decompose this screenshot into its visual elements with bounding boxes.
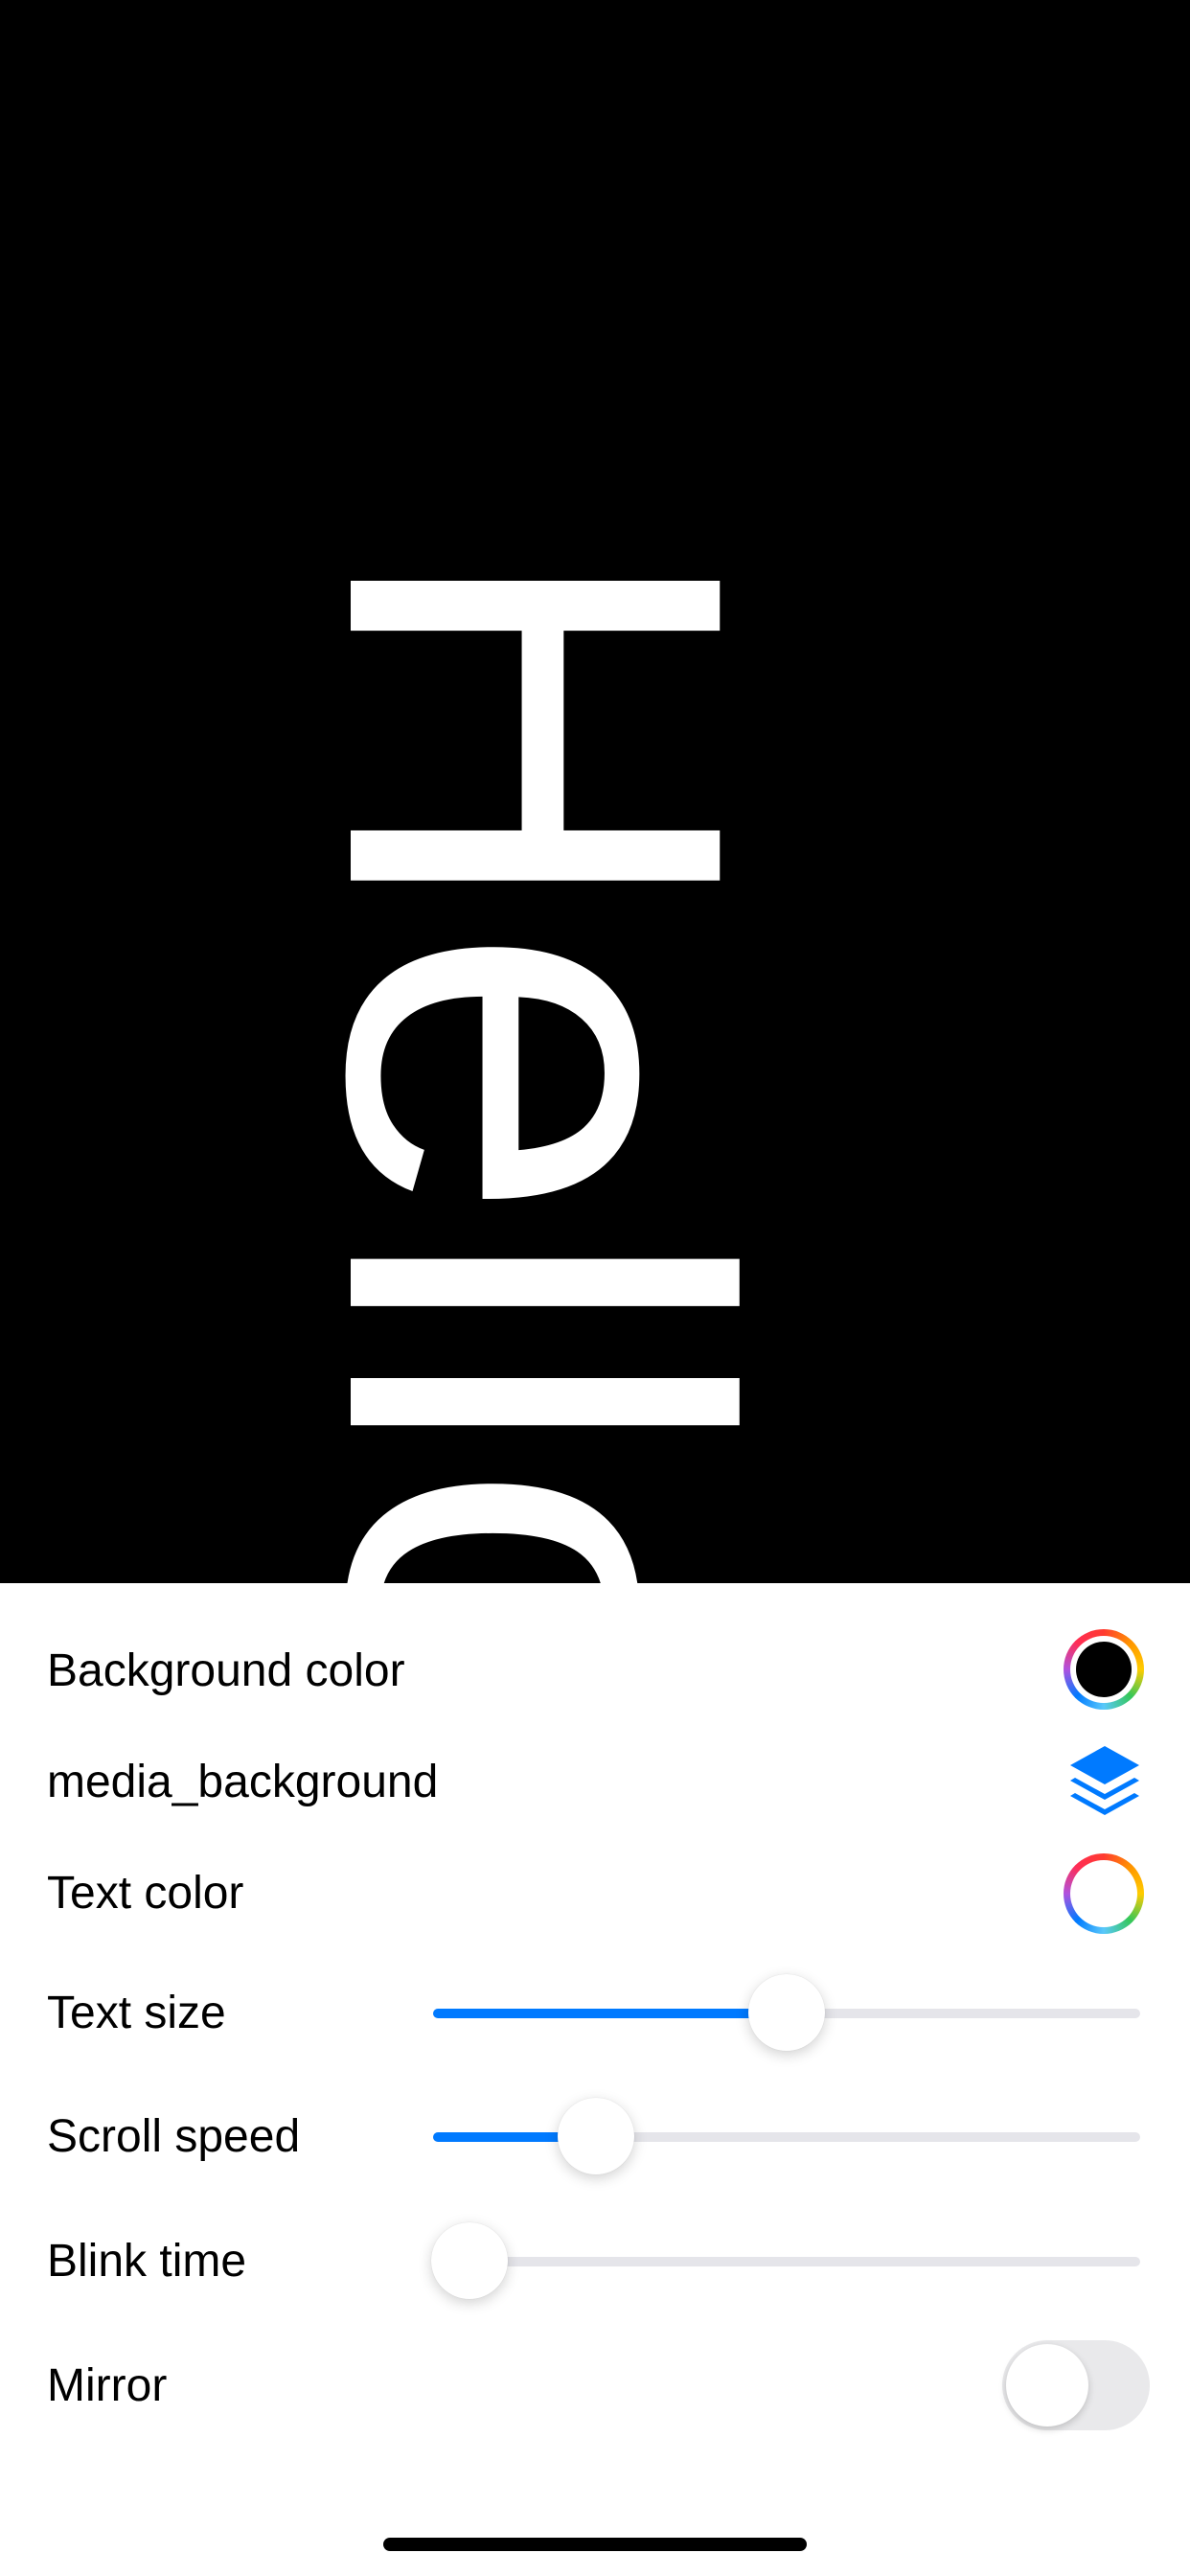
background-color-label: Background color <box>47 1645 405 1696</box>
mirror-label: Mirror <box>47 2360 168 2411</box>
text-color-picker[interactable] <box>1064 1853 1144 1934</box>
settings-panel <box>0 1583 1190 2576</box>
media-background-button[interactable] <box>1066 1740 1143 1817</box>
home-indicator <box>383 2538 807 2551</box>
layers-icon <box>1070 1746 1139 1815</box>
scroll-speed-slider[interactable] <box>433 2098 1140 2174</box>
marquee-text: Hello <box>237 537 836 1583</box>
text-color-swatch <box>1076 1866 1132 1921</box>
text-size-label: Text size <box>47 1988 226 2038</box>
text-size-slider-fill <box>433 2009 787 2018</box>
media-background-label: media_background <box>47 1757 439 1807</box>
mirror-toggle[interactable] <box>1002 2340 1150 2430</box>
text-size-slider-thumb[interactable] <box>748 1974 825 2051</box>
mirror-toggle-knob <box>1006 2344 1088 2426</box>
background-color-swatch <box>1076 1642 1132 1697</box>
scroll-speed-slider-thumb[interactable] <box>558 2098 635 2174</box>
blink-time-slider-thumb[interactable] <box>431 2222 508 2299</box>
text-color-label: Text color <box>47 1868 244 1919</box>
text-size-slider[interactable] <box>433 1974 1140 2051</box>
blink-time-label: Blink time <box>47 2236 247 2287</box>
background-color-picker[interactable] <box>1064 1629 1144 1710</box>
blink-time-slider[interactable] <box>431 2222 1140 2299</box>
scroll-speed-label: Scroll speed <box>47 2111 301 2162</box>
marquee-preview: Hello <box>0 0 1190 1583</box>
